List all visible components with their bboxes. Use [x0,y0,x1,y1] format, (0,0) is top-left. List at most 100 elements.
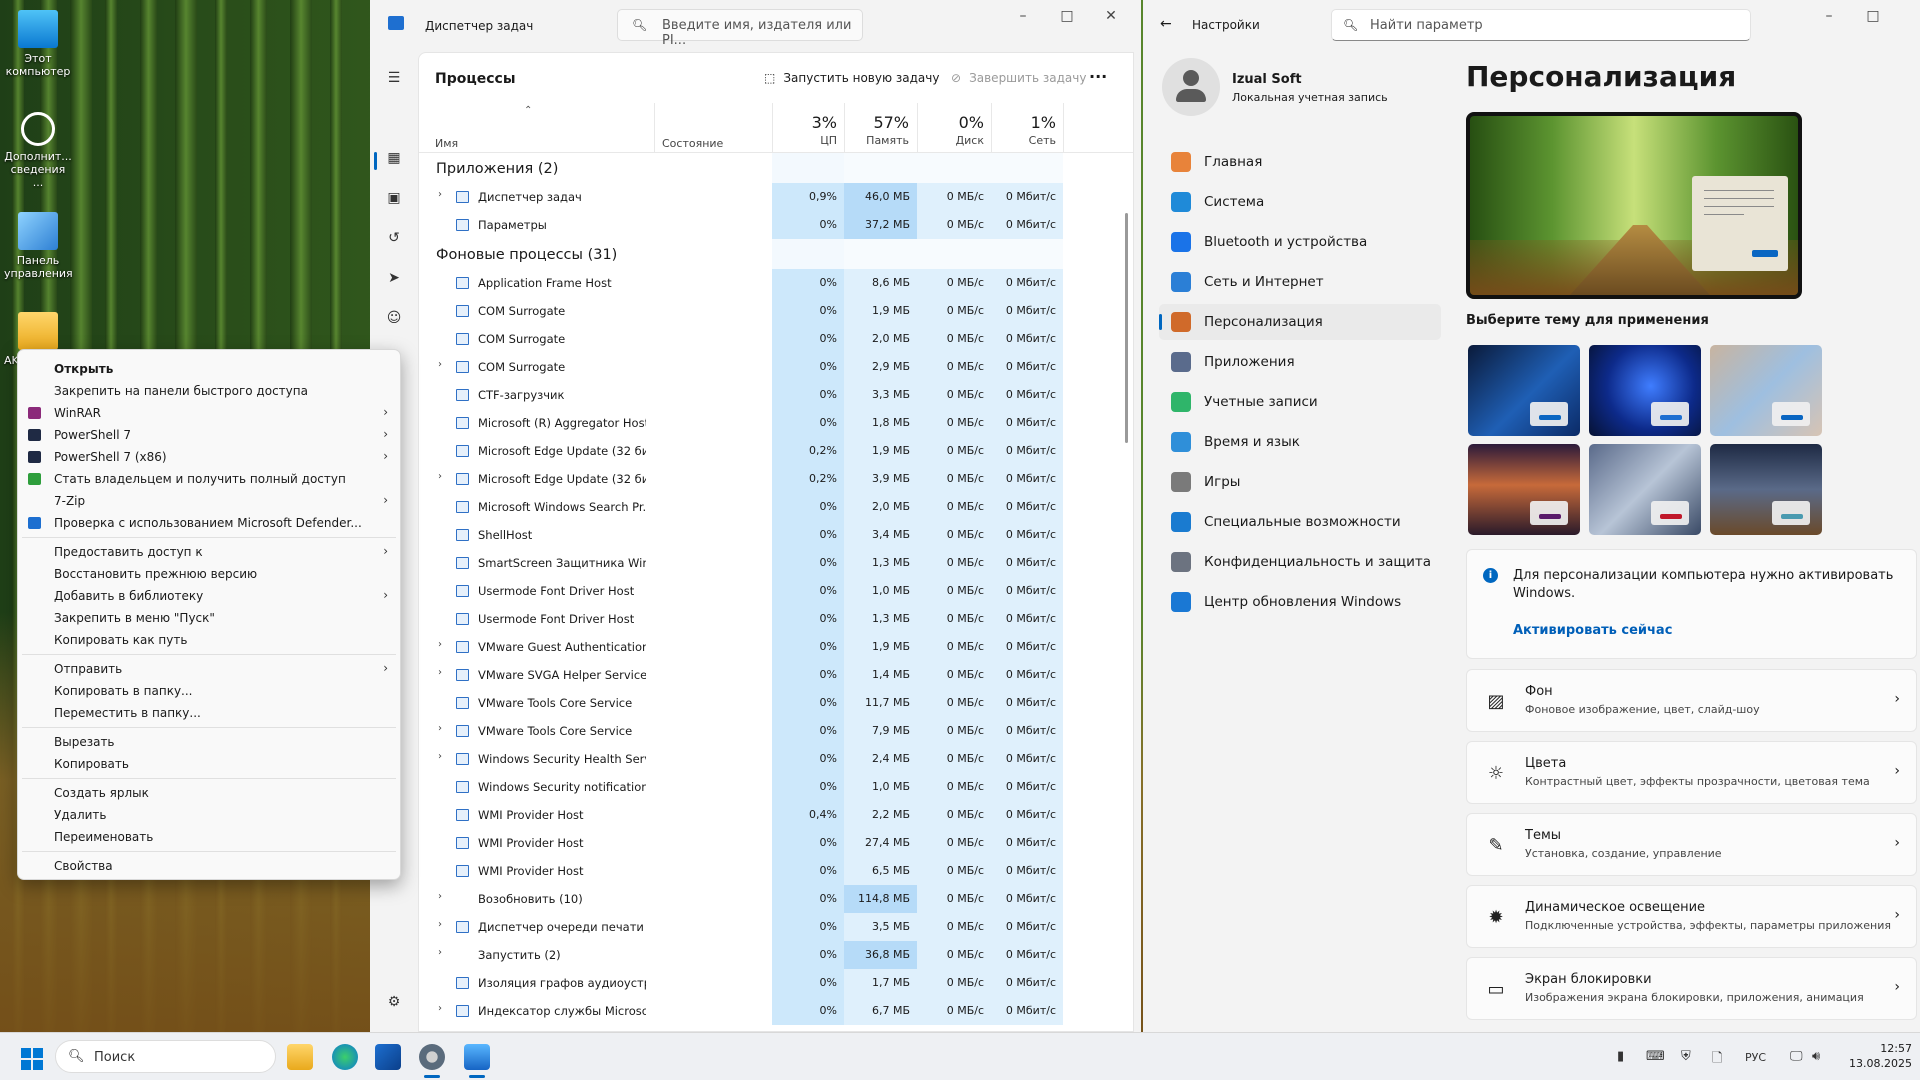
file-explorer-icon[interactable] [287,1044,313,1070]
context-menu-item[interactable]: Переместить в папку... [18,702,400,724]
context-menu-item[interactable]: Создать ярлык [18,782,400,804]
security-shield-icon[interactable]: ⛨ [1681,1049,1691,1064]
store-icon[interactable] [375,1044,401,1070]
table-row[interactable]: WMI Provider Host 0% 6,5 МБ 0 МБ/с 0 Мбит/с [419,857,1133,885]
nav-item[interactable]: Игры [1159,464,1441,500]
edge-browser-icon[interactable] [332,1044,358,1070]
context-menu-item[interactable]: Открыть [18,358,400,380]
table-row[interactable]: Microsoft Edge Update (32 би... 0,2% 1,9 М… [419,437,1133,465]
expand-chevron-icon[interactable]: › [438,919,442,930]
column-status[interactable]: Состояние [662,135,723,150]
context-menu-item[interactable]: Предоставить доступ к › [18,541,400,563]
theme-option[interactable] [1468,345,1580,436]
table-row[interactable]: VMware Tools Core Service 0% 11,7 МБ 0 МБ/с… [419,689,1133,717]
nav-item[interactable]: Сеть и Интернет [1159,264,1441,300]
table-row[interactable]: › VMware Guest Authentication... 0% 1,9 МБ 0… [419,633,1133,661]
table-row[interactable]: › VMware SVGA Helper Service (... 0%1,4 МБ… [419,661,1133,689]
keyboard-icon[interactable]: ⌨ [1646,1049,1665,1064]
table-row[interactable]: › Диспетчер задач 0,9% 46,0 МБ 0 МБ/с 0 Мбит/… [419,183,1133,211]
context-menu-item[interactable]: Восстановить прежнюю версию [18,563,400,585]
column-cpu[interactable]: 3% ЦП [772,113,837,147]
expand-chevron-icon[interactable]: › [438,751,442,762]
nav-item[interactable]: Центр обновления Windows [1159,584,1441,620]
table-row[interactable]: › VMware Tools Core Service 0% 7,9 МБ 0 МБ/с… [419,717,1133,745]
app-history-icon[interactable]: ↺ [384,228,404,248]
expand-chevron-icon[interactable]: › [438,359,442,370]
context-menu-item[interactable]: Свойства [18,855,400,877]
activate-now-link[interactable]: Активировать сейчас [1513,623,1672,638]
nav-item[interactable]: Главная [1159,144,1441,180]
context-menu-item[interactable]: Проверка с использованием Microsoft Defe… [18,512,400,534]
table-row[interactable]: CTF-загрузчик 0% 3,3 МБ 0 МБ/с 0 Мбит/с [419,381,1133,409]
startup-apps-icon[interactable]: ➤ [384,268,404,288]
process-group-header[interactable]: Фоновые процессы (31) [419,239,1133,269]
desktop-icon-additional-info[interactable]: Дополнит... сведения ... [4,112,72,189]
users-icon[interactable]: ☺ [384,308,404,328]
context-menu-item[interactable]: Добавить в библиотеку › [18,585,400,607]
nav-item[interactable]: Конфиденциальность и защита [1159,544,1441,580]
nav-item[interactable]: Bluetooth и устройства [1159,224,1441,260]
context-menu-item[interactable]: Копировать в папку... [18,680,400,702]
context-menu-item[interactable]: Закрепить в меню "Пуск" [18,607,400,629]
settings-card[interactable]: ✎ Темы Установка, создание, управление › [1466,813,1917,876]
table-row[interactable]: Application Frame Host 0% 8,6 МБ 0 МБ/с 0 Мб… [419,269,1133,297]
theme-option[interactable] [1710,444,1822,535]
expand-chevron-icon[interactable]: › [438,639,442,650]
nav-item[interactable]: Время и язык [1159,424,1441,460]
context-menu-item[interactable]: Переименовать [18,826,400,848]
context-menu-item[interactable]: 7-Zip › [18,490,400,512]
performance-icon[interactable]: ▣ [384,188,404,208]
column-name[interactable]: Имя [435,135,458,150]
table-row[interactable]: ShellHost 0% 3,4 МБ 0 МБ/с 0 Мбит/с [419,521,1133,549]
maximize-button[interactable]: □ [1863,8,1883,24]
back-arrow-icon[interactable]: ← [1160,16,1172,32]
expand-chevron-icon[interactable]: › [438,723,442,734]
table-row[interactable]: WMI Provider Host 0,4% 2,2 МБ 0 МБ/с 0 Мбит/… [419,801,1133,829]
minimize-button[interactable]: – [1819,8,1839,24]
avatar[interactable] [1162,58,1220,116]
settings-card[interactable]: ▭ Экран блокировки Изображения экрана блок… [1466,957,1917,1020]
more-options-button[interactable]: ··· [1089,67,1107,86]
clock[interactable]: 12:57 13.08.2025 [1842,1041,1912,1071]
table-row[interactable]: Windows Security notification... 0% 1,0 МБ… [419,773,1133,801]
table-row[interactable]: COM Surrogate 0% 2,0 МБ 0 МБ/с 0 Мбит/с [419,325,1133,353]
context-menu-item[interactable]: Удалить [18,804,400,826]
hamburger-menu-icon[interactable]: ☰ [384,68,404,88]
table-row[interactable]: Microsoft (R) Aggregator Host 0% 1,8 МБ 0 М… [419,409,1133,437]
expand-chevron-icon[interactable]: › [438,947,442,958]
context-menu-item[interactable]: PowerShell 7 (x86) › [18,446,400,468]
volume-icon[interactable]: 🔊︎ [1812,1049,1820,1064]
column-network[interactable]: 1% Сеть [991,113,1056,147]
language-indicator[interactable]: РУС [1745,1051,1766,1064]
close-button[interactable]: ✕ [1101,8,1121,24]
nav-item[interactable]: Система [1159,184,1441,220]
usb-icon[interactable]: 🗋︎ [1712,1049,1722,1071]
table-row[interactable]: SmartScreen Защитника Win... 0% 1,3 МБ 0 МБ… [419,549,1133,577]
run-new-task-button[interactable]: ⬚ Запустить новую задачу [764,71,939,85]
table-row[interactable]: › COM Surrogate 0% 2,9 МБ 0 МБ/с 0 Мбит/с [419,353,1133,381]
theme-option[interactable] [1589,444,1701,535]
nav-item[interactable]: Приложения [1159,344,1441,380]
taskbar-search[interactable]: 🔍︎ Поиск [55,1040,276,1073]
settings-card[interactable]: ✹ Динамическое освещение Подключенные устр… [1466,885,1917,948]
table-row[interactable]: › Microsoft Edge Update (32 би... 0,2% 3,9 … [419,465,1133,493]
process-group-header[interactable]: Приложения (2) [419,153,1133,183]
settings-gear-icon[interactable] [419,1044,445,1070]
desktop-icon-this-pc[interactable]: Этот компьютер [4,10,72,78]
table-row[interactable]: Usermode Font Driver Host 0% 1,0 МБ 0 МБ/с 0… [419,577,1133,605]
search-input[interactable]: 🔍︎ Введите имя, издателя или PI... [617,9,863,48]
theme-option[interactable] [1468,444,1580,535]
expand-chevron-icon[interactable]: › [438,667,442,678]
table-row[interactable]: Microsoft Windows Search Pr... 0% 2,0 МБ 0 … [419,493,1133,521]
table-row[interactable]: WMI Provider Host 0% 27,4 МБ 0 МБ/с 0 Мбит/с [419,829,1133,857]
settings-card[interactable]: ☼ Цвета Контрастный цвет, эффекты прозрачн… [1466,741,1917,804]
expand-chevron-icon[interactable]: › [438,471,442,482]
context-menu-item[interactable]: Стать владельцем и получить полный досту… [18,468,400,490]
expand-chevron-icon[interactable]: › [438,891,442,902]
table-row[interactable]: › Возобновить (10) 0% 114,8 МБ 0 МБ/с 0 Мбит/… [419,885,1133,913]
maximize-button[interactable]: □ [1057,8,1077,24]
nav-item[interactable]: Специальные возможности [1159,504,1441,540]
nav-item[interactable]: Учетные записи [1159,384,1441,420]
table-row[interactable]: COM Surrogate 0% 1,9 МБ 0 МБ/с 0 Мбит/с [419,297,1133,325]
context-menu-item[interactable]: PowerShell 7 › [18,424,400,446]
